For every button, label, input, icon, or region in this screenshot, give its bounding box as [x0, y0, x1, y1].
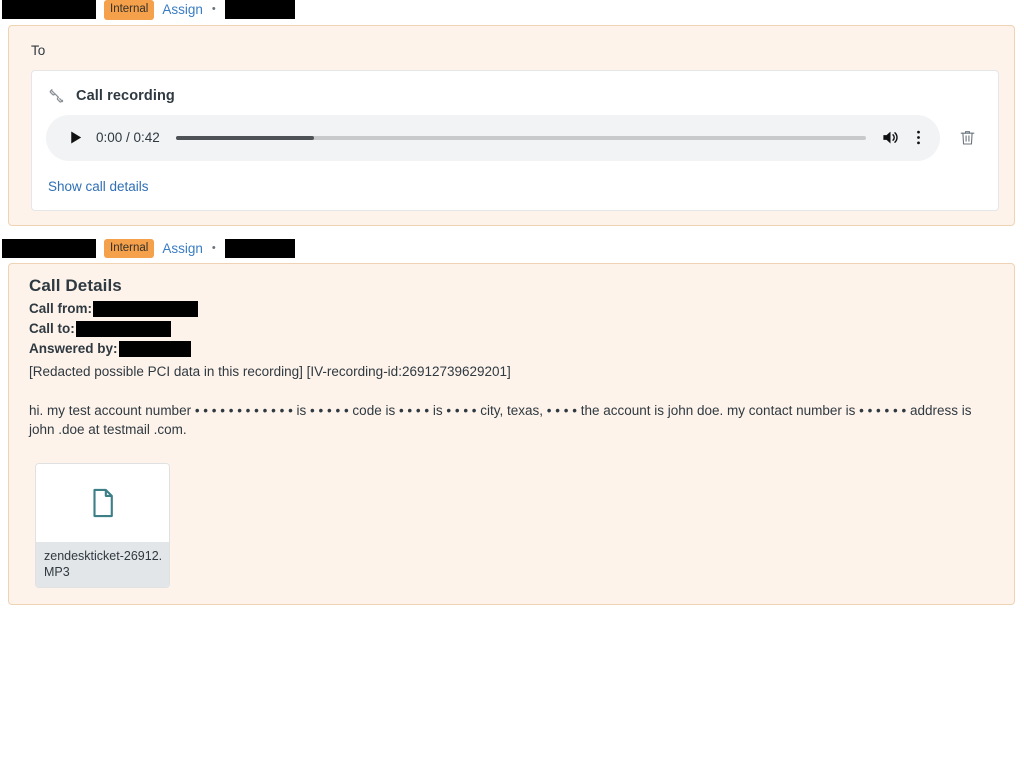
show-call-details-link[interactable]: Show call details — [46, 161, 149, 196]
progress-buffered — [175, 135, 314, 140]
separator-dot-2: • — [211, 241, 216, 254]
attachment-meta: zendeskticket-26912... MP3 — [36, 542, 169, 587]
attachment-filetype: MP3 — [44, 565, 70, 579]
attachment-wrap: zendeskticket-26912... MP3 — [21, 439, 1000, 590]
recording-title: Call recording — [76, 87, 175, 104]
timestamp-redacted — [224, 0, 295, 20]
pci-redaction-notice: [Redacted possible PCI data in this reco… — [29, 364, 511, 379]
recording-title-row: Call recording — [46, 83, 986, 115]
call-details-card: Call Details Call from: Call to: Answere… — [8, 263, 1015, 605]
call-to-label: Call to: — [29, 321, 75, 336]
separator-dot: • — [211, 3, 216, 16]
author-name-redacted — [2, 0, 96, 20]
player-row: 0:00 / 0:42 — [46, 114, 986, 161]
comment-header-2: Internal Assign • — [0, 238, 1024, 258]
kebab-menu-icon[interactable] — [904, 124, 932, 152]
comment-header-1: Internal Assign • — [0, 0, 1024, 20]
call-recording-card: To Call recording 0:00 / 0:42 Show call … — [8, 24, 1015, 226]
answered-by-row: Answered by: — [21, 339, 1000, 359]
answered-by-value-redacted — [118, 341, 191, 357]
call-to-row: Call to: — [21, 319, 1000, 339]
recording-panel: Call recording 0:00 / 0:42 Show call det… — [31, 69, 999, 211]
audio-player[interactable]: 0:00 / 0:42 — [46, 114, 940, 161]
call-to-value-redacted — [75, 321, 171, 337]
answered-by-label: Answered by: — [29, 341, 118, 356]
author-name-redacted-2 — [2, 238, 96, 258]
timestamp-redacted-2 — [224, 238, 295, 258]
time-readout: 0:00 / 0:42 — [96, 130, 160, 145]
document-file-icon — [36, 464, 169, 542]
call-from-label: Call from: — [29, 301, 93, 316]
assign-link[interactable]: Assign — [162, 2, 203, 17]
call-transcript: hi. my test account number • • • • • • •… — [29, 403, 972, 437]
trash-icon[interactable] — [948, 115, 986, 161]
attachment-card[interactable]: zendeskticket-26912... MP3 — [35, 463, 170, 588]
call-details-title: Call Details — [29, 276, 122, 295]
phone-handset-icon — [48, 87, 66, 105]
to-label: To — [31, 42, 46, 58]
call-from-row: Call from: — [21, 299, 1000, 319]
play-icon[interactable] — [62, 125, 88, 151]
progress-track[interactable] — [175, 135, 866, 140]
attachment-filename: zendeskticket-26912... — [44, 549, 161, 563]
assign-link-2[interactable]: Assign — [162, 241, 203, 256]
call-from-value-redacted — [93, 301, 199, 317]
volume-high-icon[interactable] — [876, 124, 904, 152]
internal-badge: Internal — [104, 0, 155, 20]
internal-badge-2: Internal — [104, 238, 155, 258]
